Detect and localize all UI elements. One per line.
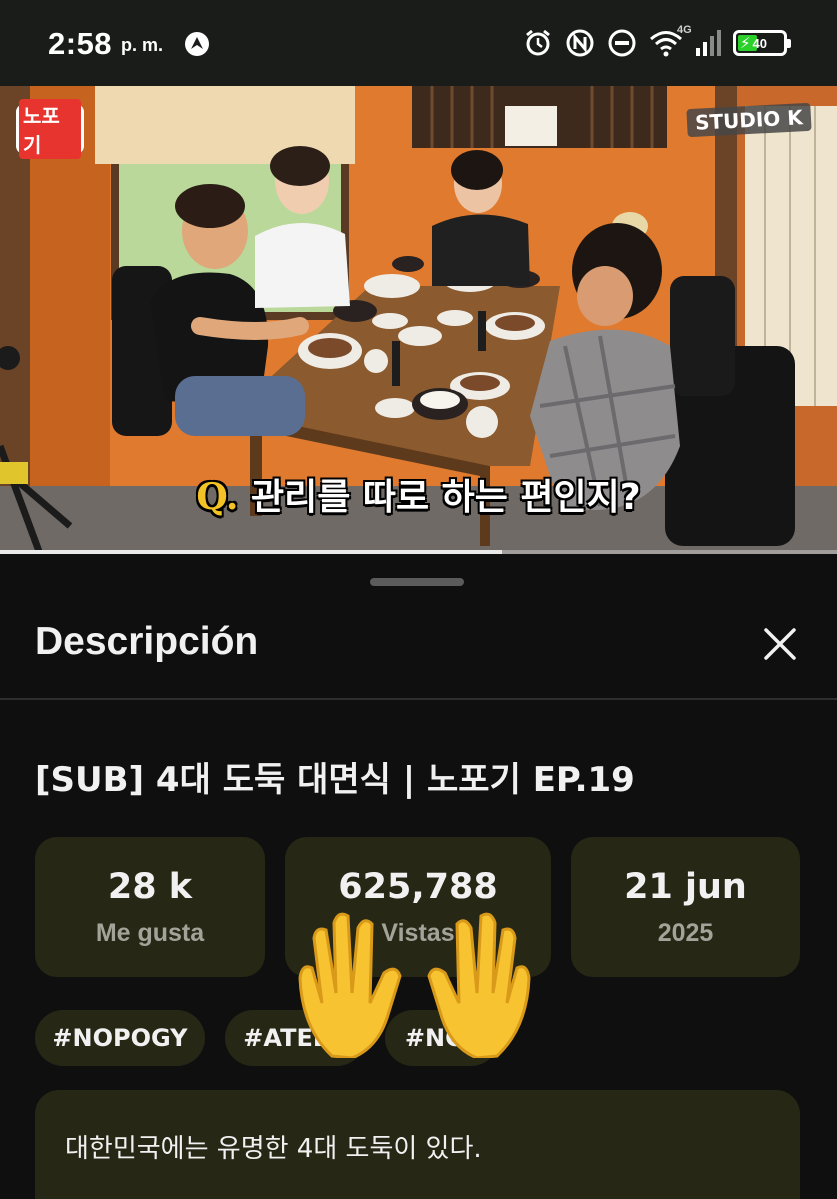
sheet-title: Descripción <box>35 620 259 663</box>
video-progress-fill <box>0 550 503 554</box>
do-not-disturb-icon <box>608 29 636 57</box>
battery-level: 40 <box>752 35 768 51</box>
navigation-icon <box>185 32 209 56</box>
description-sheet: Descripción [SUB] 4대 도둑 대면식 | 노포기 EP.19 … <box>0 560 837 1199</box>
publish-year: 2025 <box>657 919 714 947</box>
show-logo: 노포기 <box>16 99 84 159</box>
drag-handle[interactable] <box>370 578 464 586</box>
hashtag-nopogy[interactable]: #NOPOGY <box>35 1010 205 1066</box>
views-stat: 625,788 Vistas <box>285 837 551 977</box>
close-icon <box>764 628 796 660</box>
signal-icon <box>696 30 721 56</box>
status-ampm: p. m. <box>121 35 164 55</box>
alarm-icon <box>526 29 550 56</box>
subtitle-prefix: Q. <box>196 476 239 518</box>
header-divider <box>0 698 837 700</box>
likes-stat: 28 k Me gusta <box>35 837 265 977</box>
publish-date: 21 jun <box>624 867 747 907</box>
charging-icon: ⚡ <box>740 34 751 52</box>
network-type: 4G <box>677 24 692 36</box>
description-text: 대한민국에는 유명한 4대 도둑이 있다. <box>65 1134 482 1164</box>
subtitle-text: 관리를 따로 하는 편인지? <box>250 477 641 518</box>
show-logo-text: 노포기 <box>19 99 81 159</box>
nfc-icon <box>566 29 594 57</box>
cellular-signal: 4G <box>677 24 721 58</box>
close-button[interactable] <box>758 622 802 666</box>
status-bar: 2:58 p. m. 4G ⚡ 40 <box>0 0 837 86</box>
battery-indicator: ⚡ 40 <box>733 30 791 56</box>
date-stat: 21 jun 2025 <box>571 837 800 977</box>
likes-count: 28 k <box>107 867 193 907</box>
hashtag-nct[interactable]: #NCT <box>385 1010 499 1066</box>
views-label: Vistas <box>381 919 455 947</box>
video-player[interactable]: 노포기 STUDIO K Q. 관리를 따로 하는 편인지? <box>0 86 837 554</box>
description-box[interactable]: 대한민국에는 유명한 4대 도둑이 있다. <box>35 1090 800 1199</box>
video-title: [SUB] 4대 도둑 대면식 | 노포기 EP.19 <box>35 760 635 800</box>
status-time: 2:58 <box>48 26 113 61</box>
views-count: 625,788 <box>338 867 498 907</box>
likes-label: Me gusta <box>95 919 205 947</box>
status-icons: 4G ⚡ 40 <box>523 24 791 60</box>
hashtag-ateez[interactable]: #ATEEZ <box>225 1010 365 1066</box>
video-progress-bar[interactable] <box>0 550 837 554</box>
video-subtitle: Q. 관리를 따로 하는 편인지? <box>0 468 837 520</box>
